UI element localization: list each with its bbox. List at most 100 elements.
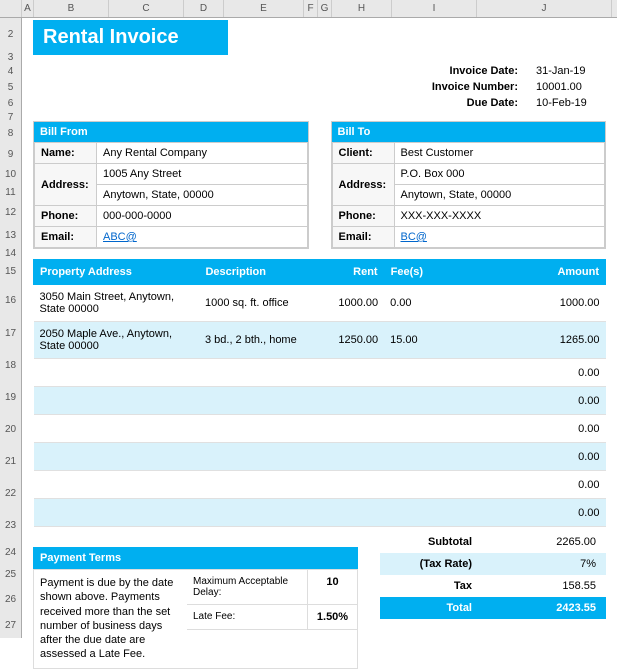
cell-amount[interactable]: 0.00 — [450, 359, 605, 387]
from-email-label: Email: — [35, 227, 97, 248]
col-property: Property Address — [34, 260, 199, 285]
cell-amount[interactable]: 0.00 — [450, 387, 605, 415]
bill-to-header: Bill To — [332, 122, 606, 142]
col-C[interactable]: C — [109, 0, 184, 17]
row-headers: 2 3 4 5 6 7 8 9 10 11 12 13 14 15 16 17 … — [0, 18, 22, 669]
invoice-meta: Invoice Date:31-Jan-19 Invoice Number:10… — [33, 63, 606, 111]
cell-property[interactable] — [34, 443, 199, 471]
col-E[interactable]: E — [224, 0, 304, 17]
table-row[interactable]: 0.00 — [34, 443, 606, 471]
cell-rent[interactable] — [318, 471, 384, 499]
invoice-title: Rental Invoice — [33, 20, 228, 55]
col-A[interactable]: A — [22, 0, 34, 17]
bill-from-header: Bill From — [34, 122, 308, 142]
cell-property[interactable] — [34, 387, 199, 415]
cell-rent[interactable]: 1000.00 — [318, 285, 384, 322]
cell-fee[interactable]: 0.00 — [384, 285, 450, 322]
col-fee: Fee(s) — [384, 260, 450, 285]
col-H[interactable]: H — [332, 0, 392, 17]
tax-rate[interactable]: 7% — [486, 558, 606, 570]
to-client[interactable]: Best Customer — [394, 143, 605, 164]
late-fee-label: Late Fee: — [187, 605, 307, 629]
cell-description[interactable] — [199, 387, 318, 415]
cell-fee[interactable] — [384, 359, 450, 387]
cell-description[interactable]: 3 bd., 2 bth., home — [199, 322, 318, 359]
table-row[interactable]: 0.00 — [34, 359, 606, 387]
cell-description[interactable] — [199, 499, 318, 527]
table-row[interactable]: 2050 Maple Ave., Anytown, State 000003 b… — [34, 322, 606, 359]
cell-fee[interactable] — [384, 471, 450, 499]
cell-description[interactable] — [199, 359, 318, 387]
table-row[interactable]: 3050 Main Street, Anytown, State 0000010… — [34, 285, 606, 322]
total-label: Total — [380, 602, 486, 614]
col-J[interactable]: J — [477, 0, 612, 17]
column-headers: A B C D E F G H I J — [0, 0, 617, 18]
max-delay[interactable]: 10 — [307, 570, 357, 604]
col-F[interactable]: F — [304, 0, 318, 17]
col-description: Description — [199, 260, 318, 285]
cell-rent[interactable] — [318, 387, 384, 415]
cell-amount[interactable]: 0.00 — [450, 443, 605, 471]
tax-label: Tax — [380, 580, 486, 592]
to-address-1[interactable]: P.O. Box 000 — [394, 164, 605, 185]
cell-property[interactable] — [34, 359, 199, 387]
col-D[interactable]: D — [184, 0, 224, 17]
tax: 158.55 — [486, 580, 606, 592]
from-name-label: Name: — [35, 143, 97, 164]
cell-fee[interactable]: 15.00 — [384, 322, 450, 359]
late-fee[interactable]: 1.50% — [307, 605, 357, 629]
to-email-link[interactable]: BC@ — [401, 231, 427, 243]
cell-description[interactable]: 1000 sq. ft. office — [199, 285, 318, 322]
cell-rent[interactable]: 1250.00 — [318, 322, 384, 359]
invoice-number-label: Invoice Number: — [408, 79, 518, 95]
totals-box: Subtotal2265.00 (Tax Rate)7% Tax158.55 T… — [380, 531, 606, 669]
from-address-1[interactable]: 1005 Any Street — [97, 164, 308, 185]
invoice-date[interactable]: 31-Jan-19 — [536, 63, 606, 79]
table-row[interactable]: 0.00 — [34, 471, 606, 499]
cell-property[interactable]: 3050 Main Street, Anytown, State 00000 — [34, 285, 199, 322]
to-address-2[interactable]: Anytown, State, 00000 — [394, 185, 605, 206]
cell-fee[interactable] — [384, 443, 450, 471]
col-G[interactable]: G — [318, 0, 332, 17]
col-B[interactable]: B — [34, 0, 109, 17]
cell-fee[interactable] — [384, 499, 450, 527]
cell-amount[interactable]: 1265.00 — [450, 322, 605, 359]
cell-fee[interactable] — [384, 387, 450, 415]
col-I[interactable]: I — [392, 0, 477, 17]
from-address-2[interactable]: Anytown, State, 00000 — [97, 185, 308, 206]
to-address-label: Address: — [332, 164, 394, 206]
payment-terms-text: Payment is due by the date shown above. … — [34, 570, 187, 668]
max-delay-label: Maximum Acceptable Delay: — [187, 570, 307, 604]
cell-property[interactable]: 2050 Maple Ave., Anytown, State 00000 — [34, 322, 199, 359]
due-date[interactable]: 10-Feb-19 — [536, 95, 606, 111]
cell-description[interactable] — [199, 443, 318, 471]
from-name[interactable]: Any Rental Company — [97, 143, 308, 164]
table-row[interactable]: 0.00 — [34, 415, 606, 443]
cell-property[interactable] — [34, 471, 199, 499]
from-email-link[interactable]: ABC@ — [103, 231, 137, 243]
cell-description[interactable] — [199, 415, 318, 443]
cell-property[interactable] — [34, 499, 199, 527]
invoice-number[interactable]: 10001.00 — [536, 79, 606, 95]
cell-rent[interactable] — [318, 415, 384, 443]
from-phone[interactable]: 000-000-0000 — [97, 206, 308, 227]
table-row[interactable]: 0.00 — [34, 387, 606, 415]
cell-rent[interactable] — [318, 359, 384, 387]
cell-amount[interactable]: 1000.00 — [450, 285, 605, 322]
cell-rent[interactable] — [318, 443, 384, 471]
line-items-table: Property Address Description Rent Fee(s)… — [33, 259, 606, 527]
cell-fee[interactable] — [384, 415, 450, 443]
cell-rent[interactable] — [318, 499, 384, 527]
bill-to-box: Bill To Client:Best Customer Address:P.O… — [331, 121, 607, 249]
cell-amount[interactable]: 0.00 — [450, 415, 605, 443]
cell-amount[interactable]: 0.00 — [450, 499, 605, 527]
table-row[interactable]: 0.00 — [34, 499, 606, 527]
total: 2423.55 — [486, 602, 606, 614]
cell-property[interactable] — [34, 415, 199, 443]
to-phone[interactable]: XXX-XXX-XXXX — [394, 206, 605, 227]
col-rent: Rent — [318, 260, 384, 285]
cell-description[interactable] — [199, 471, 318, 499]
cell-amount[interactable]: 0.00 — [450, 471, 605, 499]
from-address-label: Address: — [35, 164, 97, 206]
payment-terms-box: Payment Terms Payment is due by the date… — [33, 531, 358, 669]
